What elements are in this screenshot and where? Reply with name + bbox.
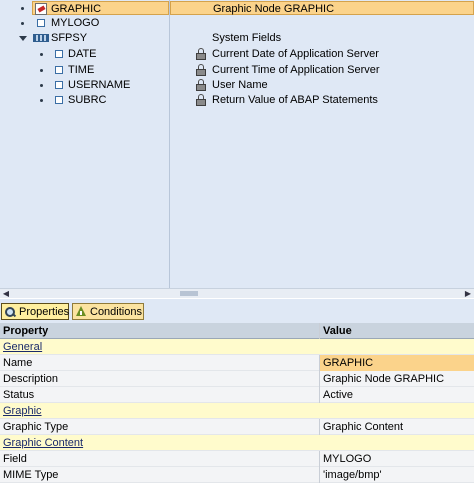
tree-description: User Name [212, 79, 268, 91]
property-value[interactable]: 'image/bmp' [320, 467, 474, 483]
scroll-right-icon[interactable]: ▶ [463, 290, 473, 298]
tree-row-username[interactable]: USERNAME User Name [0, 78, 474, 94]
table-row[interactable]: Name GRAPHIC [0, 355, 474, 371]
scroll-left-icon[interactable]: ◀ [1, 290, 11, 298]
node-icon [55, 66, 63, 74]
tree-row-date[interactable]: DATE Current Date of Application Server [0, 47, 474, 63]
tree-name-cell: GRAPHIC [32, 1, 169, 15]
tab-conditions[interactable]: Conditions [72, 303, 144, 320]
property-value[interactable]: Active [320, 387, 474, 403]
property-name: Description [3, 373, 59, 385]
bullet-icon [40, 69, 43, 72]
group-row-graphic-content[interactable]: Graphic Content [0, 435, 474, 451]
bullet-icon [40, 53, 43, 56]
tree-label: TIME [68, 64, 95, 76]
tree-label: GRAPHIC [51, 3, 102, 15]
magnifier-icon [4, 306, 17, 318]
group-label[interactable]: Graphic Content [3, 435, 318, 451]
table-row[interactable]: Description Graphic Node GRAPHIC [0, 371, 474, 387]
bullet-icon [40, 84, 43, 87]
tree-row-mylogo[interactable]: MYLOGO [0, 16, 474, 32]
group-row-general[interactable]: General [0, 339, 474, 355]
tree-label: SFPSY [51, 32, 88, 44]
graphic-node-icon [35, 3, 47, 15]
tab-label: Properties [19, 306, 70, 318]
property-name: Field [3, 453, 27, 465]
property-value[interactable]: MYLOGO [320, 451, 474, 467]
bullet-icon [40, 99, 43, 102]
horizontal-scrollbar[interactable]: ◀ ▶ [0, 288, 474, 298]
property-value[interactable]: Graphic Node GRAPHIC [320, 371, 474, 387]
tree-pane: GRAPHIC Graphic Node GRAPHIC MYLOGO SFPS… [0, 0, 474, 288]
table-row[interactable]: Graphic Type Graphic Content [0, 419, 474, 435]
tree-description: Return Value of ABAP Statements [212, 94, 378, 106]
group-label[interactable]: General [3, 339, 318, 355]
property-value[interactable]: GRAPHIC [320, 355, 474, 371]
table-row[interactable]: MIME Type 'image/bmp' [0, 467, 474, 483]
conditions-icon [75, 306, 87, 318]
value-column-header[interactable]: Value [320, 323, 474, 339]
property-name: MIME Type [3, 469, 59, 481]
bullet-icon [21, 22, 24, 25]
expand-arrow-icon[interactable] [19, 36, 27, 41]
property-name: Name [3, 357, 33, 369]
tree-description: Current Date of Application Server [212, 48, 379, 60]
property-column-header[interactable]: Property [3, 323, 318, 339]
node-icon [55, 81, 63, 89]
tab-properties[interactable]: Properties [1, 303, 69, 320]
tree-description: Current Time of Application Server [212, 64, 380, 76]
group-label[interactable]: Graphic [3, 403, 318, 419]
table-row[interactable]: Field MYLOGO [0, 451, 474, 467]
group-row-graphic[interactable]: Graphic [0, 403, 474, 419]
properties-table: Property Value General Name GRAPHIC Desc… [0, 323, 474, 483]
table-header: Property Value [0, 323, 474, 339]
property-name: Graphic Type [3, 421, 69, 433]
tree-row-graphic[interactable]: GRAPHIC Graphic Node GRAPHIC [0, 1, 474, 17]
tab-label: Conditions [90, 306, 142, 318]
tree-label: SUBRC [68, 94, 107, 106]
tree-label: MYLOGO [51, 17, 100, 29]
tree-row-time[interactable]: TIME Current Time of Application Server [0, 63, 474, 79]
node-icon [55, 96, 63, 104]
property-name: Status [3, 389, 35, 401]
node-icon [55, 50, 63, 58]
tree-row-subrc[interactable]: SUBRC Return Value of ABAP Statements [0, 93, 474, 109]
property-value[interactable]: Graphic Content [320, 419, 474, 435]
tree-description: System Fields [212, 32, 282, 44]
tree-description: Graphic Node GRAPHIC [170, 1, 474, 15]
tree-row-sfpsy[interactable]: SFPSY System Fields [0, 31, 474, 47]
structure-icon [33, 34, 49, 42]
tab-bar: Properties Conditions [0, 299, 474, 323]
scroll-thumb[interactable] [180, 291, 198, 296]
tree-label: USERNAME [68, 79, 131, 91]
bullet-icon [21, 7, 24, 10]
table-row[interactable]: Status Active [0, 387, 474, 403]
tree-label: DATE [68, 48, 97, 60]
node-icon [37, 19, 45, 27]
